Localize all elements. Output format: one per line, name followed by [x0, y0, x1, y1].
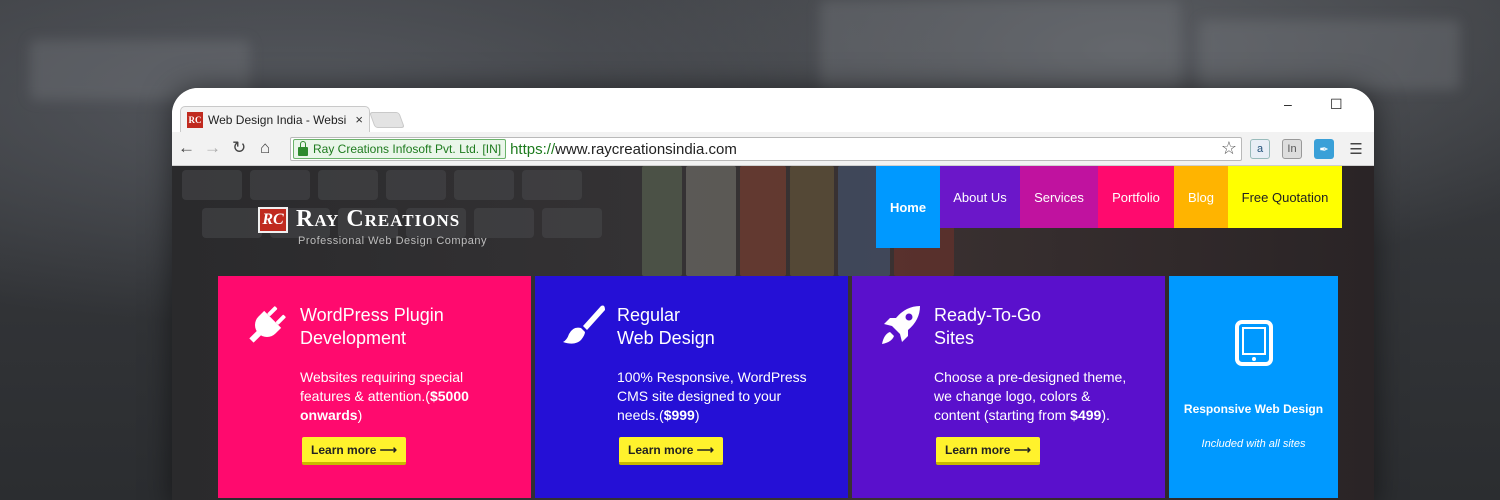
home-icon[interactable]: ⌂	[260, 138, 270, 158]
minimize-icon[interactable]: –	[1284, 96, 1292, 112]
paintbrush-icon	[563, 305, 605, 344]
tablet-icon	[1235, 320, 1273, 366]
card-title: Ready-To-Go Sites	[934, 305, 1042, 348]
card-title: Regular Web Design	[617, 305, 715, 348]
nav-blog[interactable]: Blog	[1174, 166, 1228, 228]
card-regular-web-design: Regular Web Design 100% Responsive, Word…	[535, 276, 848, 498]
url-text: https://www.raycreationsindia.com	[510, 141, 737, 158]
card-responsive-web-design[interactable]: Responsive Web Design Included with all …	[1169, 276, 1338, 498]
logo-tagline: Professional Web Design Company	[298, 235, 487, 247]
logo-mark: RC	[258, 206, 288, 233]
address-bar[interactable]: Ray Creations Infosoft Pvt. Ltd. [IN] ht…	[290, 137, 1242, 161]
learn-more-button[interactable]: Learn more ⟶	[302, 437, 406, 465]
reload-icon[interactable]: ↻	[232, 138, 246, 158]
new-tab-button[interactable]	[369, 112, 405, 128]
plug-icon	[249, 306, 286, 343]
linkedin-icon[interactable]: In	[1282, 139, 1302, 159]
bookmark-star-icon[interactable]: ☆	[1221, 138, 1237, 159]
card-description: Websites requiring special features & at…	[300, 369, 469, 423]
url-scheme: https://	[510, 140, 556, 158]
card-title: WordPress Plugin Development	[300, 305, 444, 348]
responsive-title: Responsive Web Design	[1183, 402, 1324, 416]
nav-services[interactable]: Services	[1020, 166, 1098, 228]
back-arrow-icon[interactable]: ←	[178, 138, 195, 158]
browser-window: RC Web Design India - Websi × – ☐ ← → ↻ …	[172, 88, 1374, 500]
logo-name: Ray Creations	[296, 206, 461, 232]
learn-more-button[interactable]: Learn more ⟶	[619, 437, 723, 465]
card-ready-to-go-sites: Ready-To-Go Sites Choose a pre-designed …	[852, 276, 1165, 498]
ev-badge-label: Ray Creations Infosoft Pvt. Ltd. [IN]	[313, 142, 502, 156]
ev-certificate-badge[interactable]: Ray Creations Infosoft Pvt. Ltd. [IN]	[293, 139, 507, 159]
background-blur-shape	[1200, 20, 1460, 90]
card-description: Choose a pre-designed theme, we change l…	[934, 369, 1127, 423]
forward-arrow-icon[interactable]: →	[204, 138, 221, 158]
menu-icon[interactable]: ☰	[1346, 139, 1366, 159]
feather-icon[interactable]: ✒	[1314, 139, 1334, 159]
learn-more-button[interactable]: Learn more ⟶	[936, 437, 1040, 465]
web-page: RC Ray Creations Professional Web Design…	[172, 166, 1374, 500]
rocket-icon	[882, 306, 920, 344]
background-blur-shape	[820, 0, 1180, 90]
browser-titlebar: RC Web Design India - Websi × – ☐	[172, 88, 1374, 132]
card-description: 100% Responsive, WordPress CMS site desi…	[617, 369, 807, 423]
responsive-subtitle: Included with all sites	[1201, 438, 1306, 450]
site-logo[interactable]: RC Ray Creations Professional Web Design…	[258, 206, 487, 247]
close-icon[interactable]: ×	[355, 112, 363, 127]
browser-tab[interactable]: RC Web Design India - Websi ×	[180, 106, 370, 132]
amazon-assistant-icon[interactable]: a	[1250, 139, 1270, 159]
card-wordpress-plugin: WordPress Plugin Development Websites re…	[218, 276, 531, 498]
url-host: www.raycreationsindia.com	[555, 140, 737, 158]
main-navigation: Home About Us Services Portfolio Blog Fr…	[876, 166, 1342, 248]
nav-free-quotation[interactable]: Free Quotation	[1228, 166, 1342, 228]
nav-portfolio[interactable]: Portfolio	[1098, 166, 1174, 228]
nav-home[interactable]: Home	[876, 166, 940, 248]
maximize-icon[interactable]: ☐	[1330, 96, 1343, 113]
favicon-icon: RC	[187, 111, 203, 128]
browser-toolbar: ← → ↻ ⌂ Ray Creations Infosoft Pvt. Ltd.…	[172, 132, 1374, 166]
nav-about-us[interactable]: About Us	[940, 166, 1020, 228]
lock-icon	[298, 140, 308, 156]
tab-title: Web Design India - Websi	[208, 112, 347, 127]
